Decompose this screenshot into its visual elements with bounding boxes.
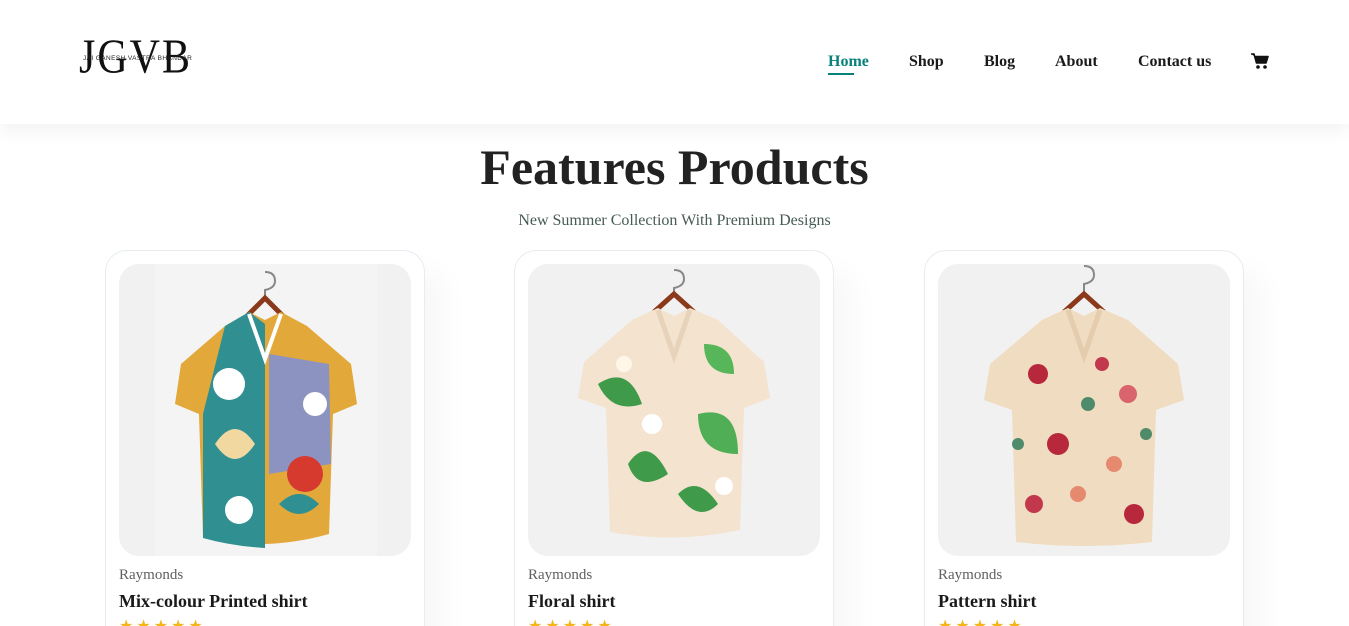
star-icon: ★ <box>990 618 1004 626</box>
star-icon: ★ <box>973 618 987 626</box>
star-icon: ★ <box>528 618 542 626</box>
site-header: JGVB JAI GANESH VASTRA BHANDAR Home Shop… <box>0 0 1349 124</box>
nav-home-label: Home <box>828 53 869 70</box>
floral-shirt-image <box>528 264 820 556</box>
product-brand: Raymonds <box>528 567 593 583</box>
nav-active-underline <box>828 73 854 75</box>
section-title: Features Products <box>480 139 869 195</box>
product-title[interactable]: Pattern shirt <box>938 591 1036 612</box>
product-title[interactable]: Mix-colour Printed shirt <box>119 591 308 612</box>
star-icon: ★ <box>1007 618 1021 626</box>
product-title[interactable]: Floral shirt <box>528 591 616 612</box>
star-icon: ★ <box>955 618 969 626</box>
product-card[interactable]: Raymonds Floral shirt ★★★★★ <box>514 250 834 626</box>
star-icon: ★ <box>938 618 952 626</box>
nav-home[interactable]: Home <box>828 52 869 75</box>
section-subtitle: New Summer Collection With Premium Desig… <box>518 212 831 229</box>
nav-blog[interactable]: Blog <box>984 52 1015 72</box>
star-icon: ★ <box>545 618 559 626</box>
star-icon: ★ <box>154 618 168 626</box>
star-icon: ★ <box>188 618 202 626</box>
nav-about[interactable]: About <box>1055 52 1098 72</box>
product-brand: Raymonds <box>938 567 1003 583</box>
printed-shirt-image <box>119 264 411 556</box>
star-rating: ★★★★★ <box>938 616 1025 626</box>
brand-logo[interactable]: JGVB JAI GANESH VASTRA BHANDAR <box>79 30 199 88</box>
star-rating: ★★★★★ <box>528 616 615 626</box>
star-rating: ★★★★★ <box>119 616 206 626</box>
product-card[interactable]: Raymonds Pattern shirt ★★★★★ <box>924 250 1244 626</box>
shopping-cart-icon[interactable] <box>1250 52 1270 70</box>
logo-subtitle: JAI GANESH VASTRA BHANDAR <box>83 55 193 62</box>
product-brand: Raymonds <box>119 567 184 583</box>
product-card[interactable]: Raymonds Mix-colour Printed shirt ★★★★★ <box>105 250 425 626</box>
star-icon: ★ <box>563 618 577 626</box>
nav-shop[interactable]: Shop <box>909 52 944 72</box>
star-icon: ★ <box>136 618 150 626</box>
pattern-shirt-image <box>938 264 1230 556</box>
star-icon: ★ <box>171 618 185 626</box>
nav-contact[interactable]: Contact us <box>1138 52 1211 72</box>
star-icon: ★ <box>580 618 594 626</box>
star-icon: ★ <box>119 618 133 626</box>
star-icon: ★ <box>597 618 611 626</box>
